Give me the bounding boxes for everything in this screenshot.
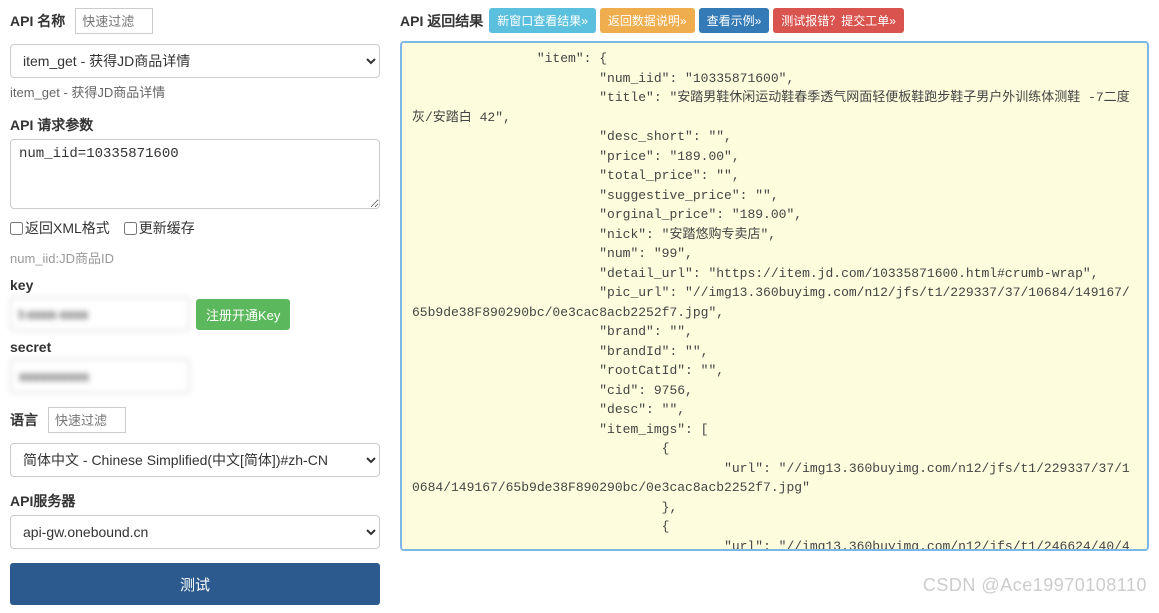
api-selected-text: item_get - 获得JD商品详情 (10, 82, 380, 101)
secret-label: secret (10, 339, 380, 355)
api-name-label: API 名称 (10, 11, 65, 31)
new-window-button[interactable]: 新窗口查看结果» (489, 8, 596, 33)
data-desc-button[interactable]: 返回数据说明» (600, 8, 695, 33)
report-button[interactable]: 测试报错？提交工单» (773, 8, 904, 33)
chk-xml-box[interactable] (10, 222, 23, 235)
result-output[interactable]: "item": { "num_iid": "10335871600", "tit… (400, 41, 1149, 551)
chk-cache-box[interactable] (124, 222, 137, 235)
api-select[interactable]: item_get - 获得JD商品详情 (10, 44, 380, 78)
server-select[interactable]: api-gw.onebound.cn (10, 515, 380, 549)
secret-input[interactable] (10, 359, 190, 393)
register-key-button[interactable]: 注册开通Key (196, 299, 290, 330)
req-params-input[interactable] (10, 139, 380, 209)
lang-select[interactable]: 简体中文 - Chinese Simplified(中文[简体])#zh-CN (10, 443, 380, 477)
server-label: API服务器 (10, 491, 380, 511)
test-button[interactable]: 测试 (10, 563, 380, 605)
example-button[interactable]: 查看示例» (699, 8, 770, 33)
key-input[interactable] (10, 297, 190, 331)
key-label: key (10, 277, 380, 293)
param-help: num_iid:JD商品ID (10, 248, 380, 267)
chk-cache[interactable]: 更新缓存 (124, 218, 195, 238)
lang-label: 语言 (10, 410, 38, 430)
lang-filter[interactable] (48, 407, 126, 433)
req-params-label: API 请求参数 (10, 115, 380, 135)
result-title: API 返回结果 (400, 11, 483, 31)
api-name-filter[interactable] (75, 8, 153, 34)
chk-xml[interactable]: 返回XML格式 (10, 218, 110, 238)
